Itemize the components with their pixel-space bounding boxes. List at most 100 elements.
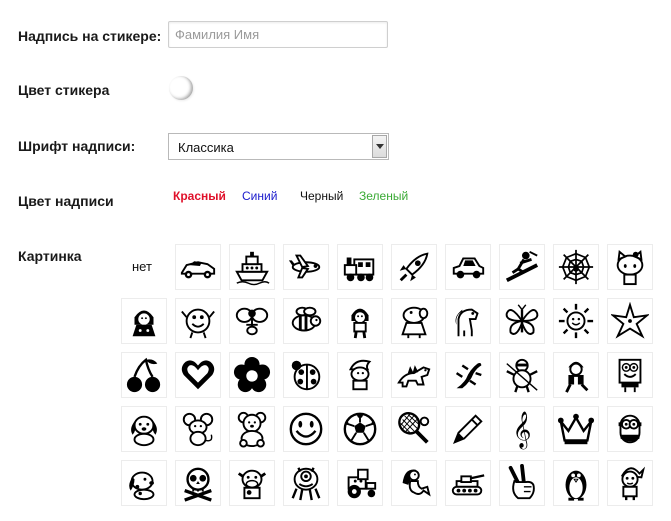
text-color-black[interactable]: Черный [300,189,343,203]
picture-option[interactable] [284,299,328,343]
picture-option[interactable]: 𝄞 [500,407,544,451]
picture-option[interactable] [230,461,274,505]
peppa-pig-icon [395,302,433,340]
picture-option[interactable] [554,353,598,397]
smiley-icon [287,410,325,448]
butterfly-fairy-icon [233,302,271,340]
cow-icon [233,464,271,502]
picture-option[interactable] [338,299,382,343]
smurf-icon [341,356,379,394]
picture-option[interactable] [608,407,652,451]
picture-option[interactable] [446,461,490,505]
chevron-down-icon[interactable] [372,135,387,158]
train-icon [341,248,379,286]
cherries-icon [125,356,163,394]
picture-option[interactable] [230,299,274,343]
tank-icon [449,464,487,502]
picture-option[interactable] [446,299,490,343]
sticker-color-label: Цвет стикера [18,82,110,98]
font-label: Шрифт надписи: [18,138,136,154]
picture-option[interactable] [500,461,544,505]
rocket-icon [395,248,433,286]
picture-option[interactable] [338,353,382,397]
sun-icon [557,302,595,340]
puppy-icon [125,410,163,448]
picture-option[interactable] [608,461,652,505]
spider-web-icon [557,248,595,286]
picture-option[interactable] [122,407,166,451]
picture-option[interactable] [176,299,220,343]
peace-hand-icon [503,464,541,502]
picture-option[interactable] [338,245,382,289]
blues-clues-dog-icon [125,464,163,502]
picture-none-option[interactable]: нет [132,259,152,274]
picture-option[interactable] [446,407,490,451]
picture-option[interactable] [122,299,166,343]
crown-icon [557,410,595,448]
picture-option[interactable] [608,245,652,289]
picture-option[interactable] [230,407,274,451]
ladybug-icon [287,356,325,394]
text-color-green[interactable]: Зеленый [359,189,408,203]
picture-option[interactable] [284,353,328,397]
picture-option[interactable] [176,461,220,505]
dora-icon [341,302,379,340]
picture-option[interactable] [230,353,274,397]
fixie-icon [611,464,649,502]
tractor-icon [341,464,379,502]
flower-icon [233,356,271,394]
heart-icon [179,356,217,394]
picture-option[interactable] [176,245,220,289]
race-car-icon [179,248,217,286]
picture-option[interactable] [338,407,382,451]
picture-option[interactable] [554,245,598,289]
picture-option[interactable] [500,353,544,397]
picture-option[interactable] [500,299,544,343]
snowboarder-icon [503,248,541,286]
starfish-icon [611,302,649,340]
text-color-red[interactable]: Красный [173,189,226,203]
mermaid-icon [395,464,433,502]
picture-option[interactable] [554,461,598,505]
penguin-icon [557,464,595,502]
picture-option[interactable] [284,245,328,289]
sticker-text-label: Надпись на стикере: [18,28,162,44]
picture-option[interactable] [122,461,166,505]
sticker-text-input[interactable] [168,21,388,48]
picture-option[interactable] [554,299,598,343]
picture-option[interactable] [392,461,436,505]
picture-option[interactable] [392,407,436,451]
lizard-icon [449,356,487,394]
picture-option[interactable] [338,461,382,505]
picture-option[interactable] [284,407,328,451]
picture-option[interactable] [392,353,436,397]
ben10-icon [557,356,595,394]
smesharik-icon [179,302,217,340]
ninja-turtle-icon [503,356,541,394]
teddy-bear-icon [233,410,271,448]
picture-option[interactable] [176,353,220,397]
picture-option[interactable] [608,353,652,397]
picture-option[interactable] [392,245,436,289]
butterfly-icon [503,302,541,340]
treble-clef-icon: 𝄞 [512,410,532,448]
ship-icon [233,248,271,286]
minion-icon [611,410,649,448]
font-select-value: Классика [178,140,234,155]
picture-option[interactable] [608,299,652,343]
picture-option[interactable] [500,245,544,289]
skull-crossbones-icon [179,464,217,502]
picture-option[interactable] [284,461,328,505]
text-color-blue[interactable]: Синий [242,189,277,203]
picture-option[interactable] [446,353,490,397]
pony-icon [449,302,487,340]
bee-icon [287,302,325,340]
picture-option[interactable] [122,353,166,397]
picture-option[interactable] [392,299,436,343]
picture-option[interactable] [176,407,220,451]
picture-option[interactable] [554,407,598,451]
font-select[interactable]: Классика [168,133,389,160]
sticker-color-picker[interactable] [169,76,193,100]
picture-option[interactable] [446,245,490,289]
picture-option[interactable] [230,245,274,289]
